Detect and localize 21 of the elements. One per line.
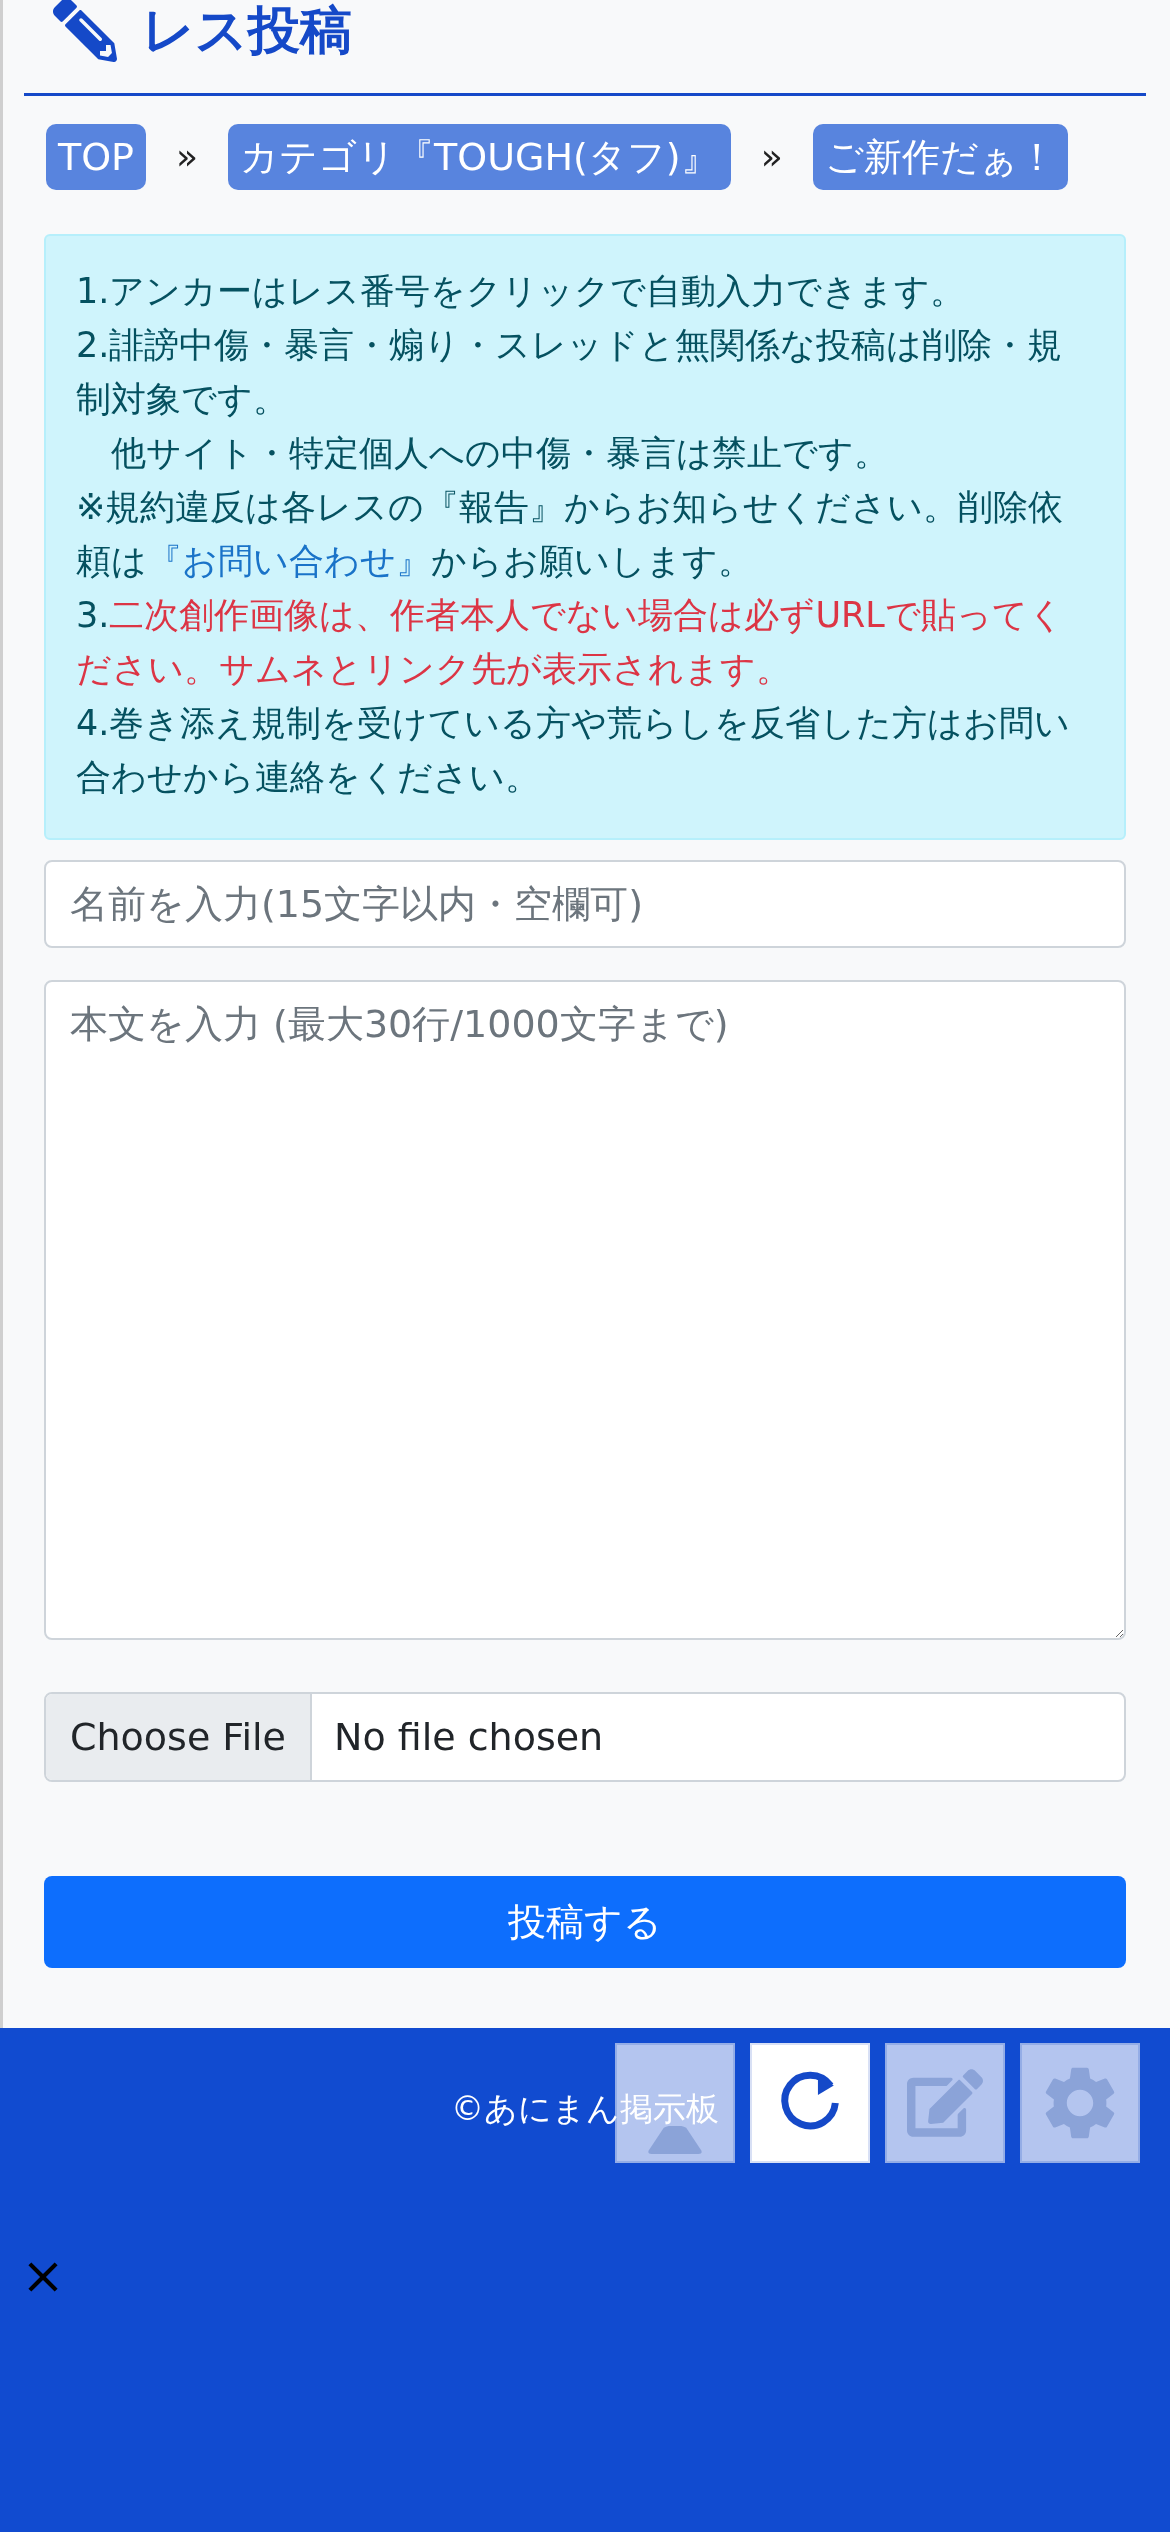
- name-field[interactable]: 名前を入力(15文字以内・空欄可): [44, 860, 1126, 948]
- notice-text: 他サイト・特定個人への中傷・暴言は禁止です。: [110, 432, 890, 475]
- notice-text: 3.二次創作画像は、作者本人でない場合は必ずURLで貼ってください。サムネとリンク先が表示されます。: [76, 594, 1065, 691]
- notice-text: ※規約違反は各レスの『報告』からお知らせください。削除依頼は『お問い合わせ』からお願いします。: [76, 486, 1065, 583]
- page-title: レス投稿: [142, 3, 352, 56]
- file-field[interactable]: Choose File No file chosen: [44, 1692, 1126, 1782]
- breadcrumb-link[interactable]: TOP: [46, 124, 147, 190]
- breadcrumb-link[interactable]: ご新作だぁ！: [812, 124, 1068, 190]
- file-status: No file chosen: [332, 1713, 605, 1761]
- reload-button[interactable]: [750, 2043, 870, 2163]
- choose-file-button[interactable]: Choose File: [46, 1694, 312, 1780]
- notice-text: 2.誹謗中傷・暴言・煽り・スレッドと無関係な投稿は削除・規制対象です。: [76, 324, 1064, 421]
- breadcrumb-separator: »: [175, 135, 200, 179]
- breadcrumb-link[interactable]: カテゴリ『TOUGH(タフ)』: [228, 124, 731, 190]
- notice-text: 1.アンカーはレス番号をクリックで自動入力できます。: [76, 270, 967, 313]
- body-field[interactable]: 本文を入力 (最大30行/1000文字まで): [44, 980, 1126, 1640]
- contact-link[interactable]: 『お問い合わせ』: [147, 541, 431, 581]
- notice-text: 4.巻き添え規制を受けている方や荒らしを反省した方はお問い合わせから連絡をください。: [76, 702, 1072, 799]
- breadcrumb-separator: »: [759, 135, 784, 179]
- pencil-icon: [50, 0, 120, 62]
- submit-button[interactable]: 投稿する: [44, 1876, 1126, 1968]
